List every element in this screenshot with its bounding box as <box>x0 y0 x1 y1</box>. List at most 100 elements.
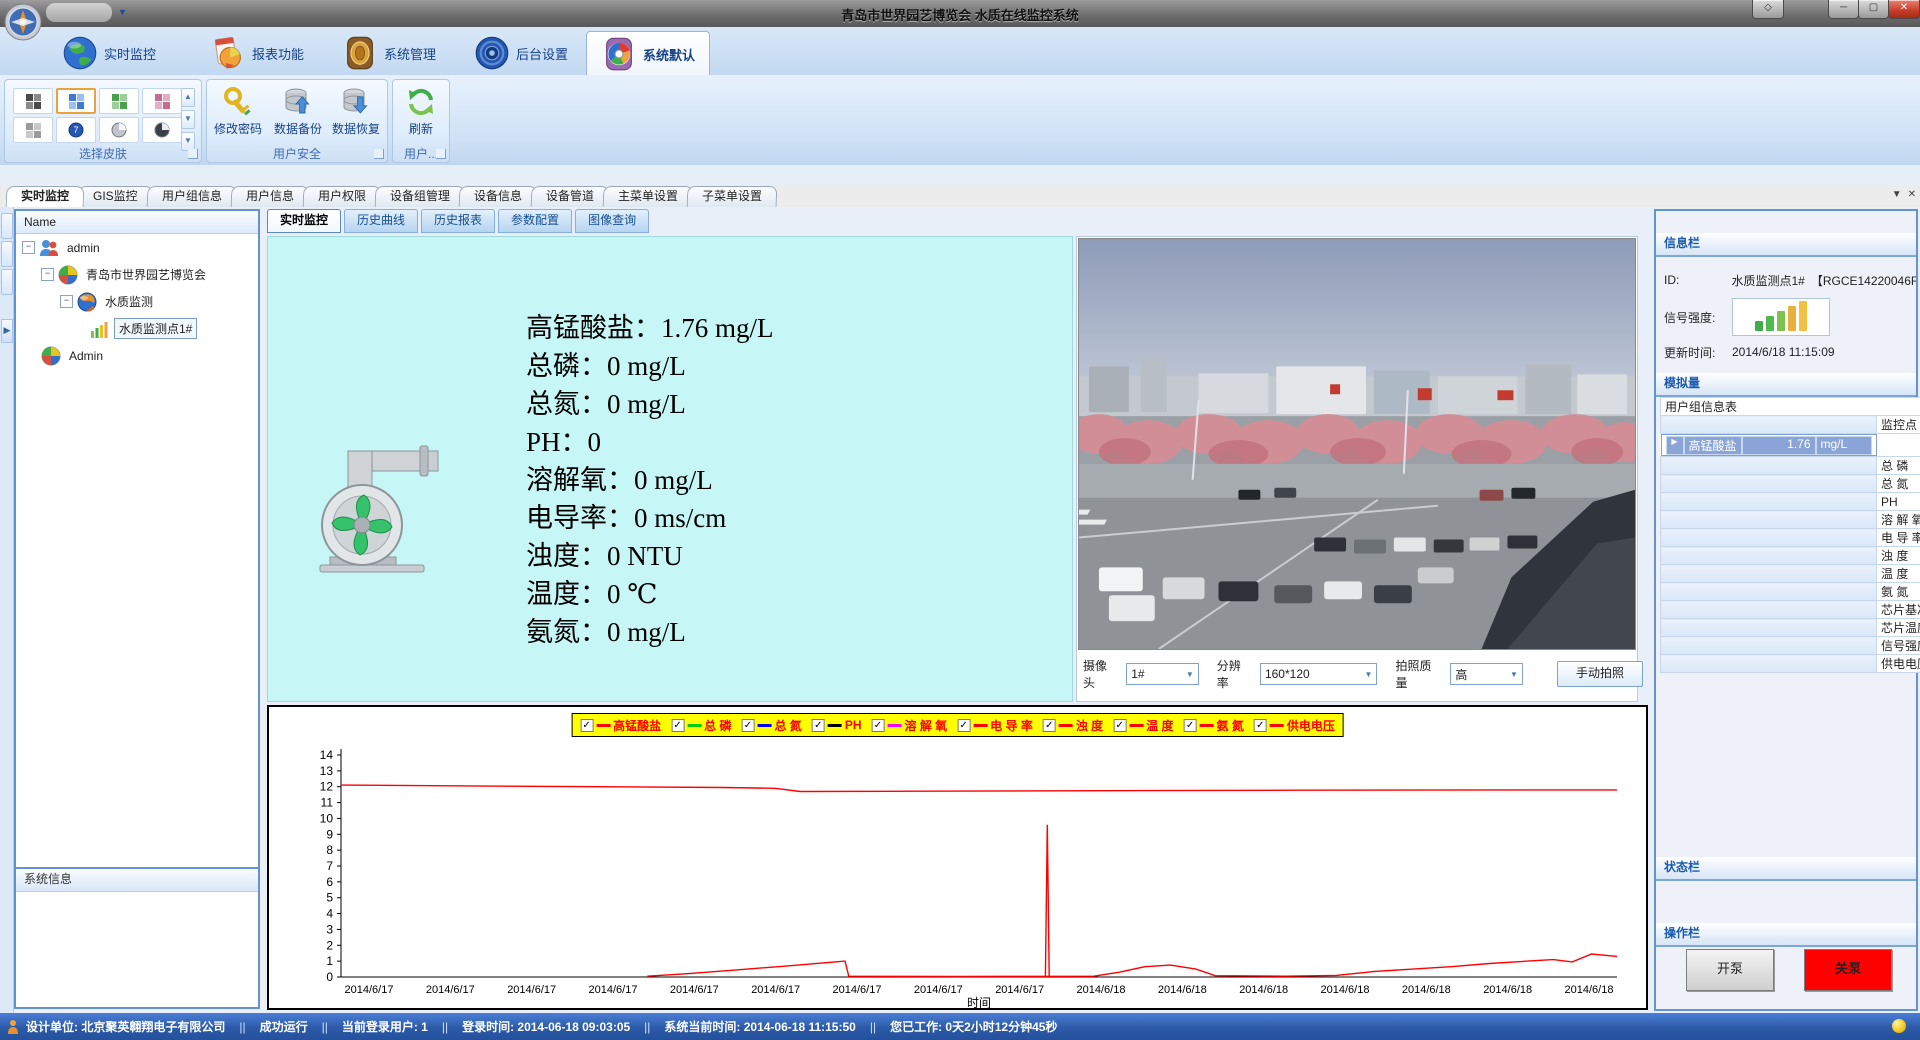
app-compass-icon[interactable] <box>3 2 43 42</box>
collapse-icon[interactable]: − <box>41 268 54 281</box>
skin-scroll-down-icon[interactable]: ▼ <box>181 110 195 129</box>
tree-item-water-monitoring[interactable]: − 水质监测 <box>16 288 258 315</box>
legend-checkbox[interactable]: ✓ <box>1254 719 1267 732</box>
legend-checkbox[interactable]: ✓ <box>741 719 754 732</box>
point-name-cell: PH <box>1877 493 1920 511</box>
main-tab-3[interactable]: 用户组信息 <box>146 186 237 207</box>
skin-green-icon <box>112 94 127 109</box>
panel-handle[interactable] <box>1 213 13 239</box>
skin-green-button[interactable] <box>99 88 139 114</box>
main-tab-8[interactable]: 设备管道 <box>530 186 609 207</box>
skin-numbered-button[interactable]: 7 <box>56 117 96 143</box>
table-row[interactable]: 信号强度25asu <box>1661 637 1920 655</box>
data-backup-button[interactable]: 数据备份 <box>269 86 327 144</box>
ribbon-tab-system[interactable]: 系统管理 <box>328 31 450 75</box>
ribbon-tab-realtime[interactable]: 实时监控 <box>48 31 170 75</box>
main-tab-5[interactable]: 用户权限 <box>302 186 381 207</box>
skin-blue-button[interactable] <box>56 88 96 114</box>
collapse-icon[interactable]: − <box>60 295 73 308</box>
ribbon-lower-strip <box>0 165 1920 186</box>
table-row[interactable]: 总 氮0mg/L <box>1661 475 1920 493</box>
tree-item-monitor-point-1[interactable]: 水质监测点1# <box>16 315 258 342</box>
table-row[interactable]: 芯片温度39.59℃ <box>1661 619 1920 637</box>
skin-pie-dark-button[interactable] <box>142 117 182 143</box>
unit-cell: mg/L <box>1816 436 1872 455</box>
tree-item-expo[interactable]: − 青岛市世界园艺博览会 <box>16 261 258 288</box>
main-tab-2[interactable]: GIS监控 <box>78 186 153 207</box>
main-tab-9[interactable]: 主菜单设置 <box>602 186 693 207</box>
skin-dark-button[interactable] <box>13 88 53 114</box>
table-row[interactable]: 氨 氮0mg/L <box>1661 583 1920 601</box>
sub-tab-3[interactable]: 历史报表 <box>421 209 495 233</box>
status-item: 设计单位: 北京聚英翱翔电子有限公司 <box>26 1020 225 1034</box>
table-row[interactable]: 浊 度0NTU <box>1661 547 1920 565</box>
ribbon-tab-reports[interactable]: 报表功能 <box>196 31 318 75</box>
table-row[interactable]: 总 磷0mg/L <box>1661 457 1920 475</box>
table-row[interactable]: 供电电压11.85V <box>1661 655 1920 673</box>
tree-item-admin[interactable]: − admin <box>16 234 258 261</box>
table-row[interactable]: PH0 <box>1661 493 1920 511</box>
legend-checkbox[interactable]: ✓ <box>957 719 970 732</box>
manual-capture-button[interactable]: 手动拍照 <box>1557 661 1643 687</box>
table-row[interactable]: 温 度0℃ <box>1661 565 1920 583</box>
close-button[interactable]: ✕ <box>1888 0 1920 19</box>
tree-item-admin2[interactable]: Admin <box>16 342 258 369</box>
refresh-button[interactable]: 刷新 <box>392 86 450 144</box>
dialog-launcher-icon[interactable] <box>436 149 446 159</box>
data-restore-button[interactable]: 数据恢复 <box>327 86 385 144</box>
system-info-section[interactable]: 系统信息 <box>16 867 258 892</box>
maximize-button[interactable]: ▢ <box>1858 0 1889 19</box>
dialog-launcher-icon[interactable] <box>374 149 384 159</box>
legend-checkbox[interactable]: ✓ <box>580 719 593 732</box>
expand-panel-icon[interactable]: ▶ <box>1 319 13 343</box>
pump-on-button[interactable]: 开泵 <box>1686 949 1774 991</box>
camera-select[interactable]: 1#▼ <box>1126 663 1199 685</box>
point-name-cell: 芯片基准 <box>1877 601 1920 619</box>
legend-checkbox[interactable]: ✓ <box>1113 719 1126 732</box>
legend-checkbox[interactable]: ✓ <box>1043 719 1056 732</box>
sub-tab-5[interactable]: 图像查询 <box>575 209 649 233</box>
change-password-button[interactable]: 修改密码 <box>209 86 267 144</box>
analog-section-header[interactable]: 模拟量 <box>1656 373 1916 397</box>
skin-pie-light-button[interactable] <box>99 117 139 143</box>
tree-item-label: Admin <box>65 348 107 364</box>
resolution-select[interactable]: 160*120▼ <box>1260 663 1378 685</box>
skin-gray-button[interactable] <box>13 117 53 143</box>
collapse-icon[interactable]: − <box>22 241 35 254</box>
main-tab-6[interactable]: 设备组管理 <box>374 186 465 207</box>
legend-checkbox[interactable]: ✓ <box>812 719 825 732</box>
info-section-header[interactable]: 信息栏 <box>1656 233 1916 257</box>
window-theme-button[interactable]: ◇ <box>1752 0 1784 19</box>
row-header-cell <box>1661 457 1877 475</box>
skin-pink-button[interactable] <box>142 88 182 114</box>
legend-checkbox[interactable]: ✓ <box>871 719 884 732</box>
main-tab-4[interactable]: 用户信息 <box>230 186 309 207</box>
status-section-header[interactable]: 状态栏 <box>1656 857 1916 881</box>
pump-off-button[interactable]: 关泵 <box>1804 949 1892 991</box>
minimize-button[interactable]: ─ <box>1828 0 1859 19</box>
tab-scroll-icon[interactable]: ▼ <box>1892 189 1902 200</box>
svg-text:12: 12 <box>320 780 334 794</box>
ribbon-tab-backend[interactable]: 后台设置 <box>460 31 582 75</box>
main-tab-10[interactable]: 子菜单设置 <box>686 186 777 207</box>
sub-tab-4[interactable]: 参数配置 <box>498 209 572 233</box>
panel-handle[interactable] <box>1 269 13 295</box>
main-tab-1[interactable]: 实时监控 <box>6 186 85 207</box>
operation-section-header[interactable]: 操作栏 <box>1656 923 1916 947</box>
quality-select[interactable]: 高▼ <box>1450 663 1523 685</box>
legend-checkbox[interactable]: ✓ <box>671 719 684 732</box>
legend-checkbox[interactable]: ✓ <box>1184 719 1197 732</box>
legend-color-swatch <box>596 724 610 727</box>
table-row[interactable]: 芯片基准1.475V <box>1661 601 1920 619</box>
skin-scroll-up-icon[interactable]: ▲ <box>181 88 195 107</box>
panel-handle[interactable] <box>1 241 13 267</box>
dialog-launcher-icon[interactable] <box>188 149 198 159</box>
main-tab-7[interactable]: 设备信息 <box>458 186 537 207</box>
table-row[interactable]: 电 导 率0ms/cm <box>1661 529 1920 547</box>
tab-close-icon[interactable]: ✕ <box>1908 189 1916 200</box>
sub-tab-2[interactable]: 历史曲线 <box>344 209 418 233</box>
sub-tab-1[interactable]: 实时监控 <box>267 209 341 233</box>
table-row[interactable]: 溶 解 氧0mg/L <box>1661 511 1920 529</box>
table-row[interactable]: ▶高锰酸盐1.76mg/L <box>1661 434 1877 456</box>
ribbon-tab-default[interactable]: 系统默认 <box>586 31 710 76</box>
